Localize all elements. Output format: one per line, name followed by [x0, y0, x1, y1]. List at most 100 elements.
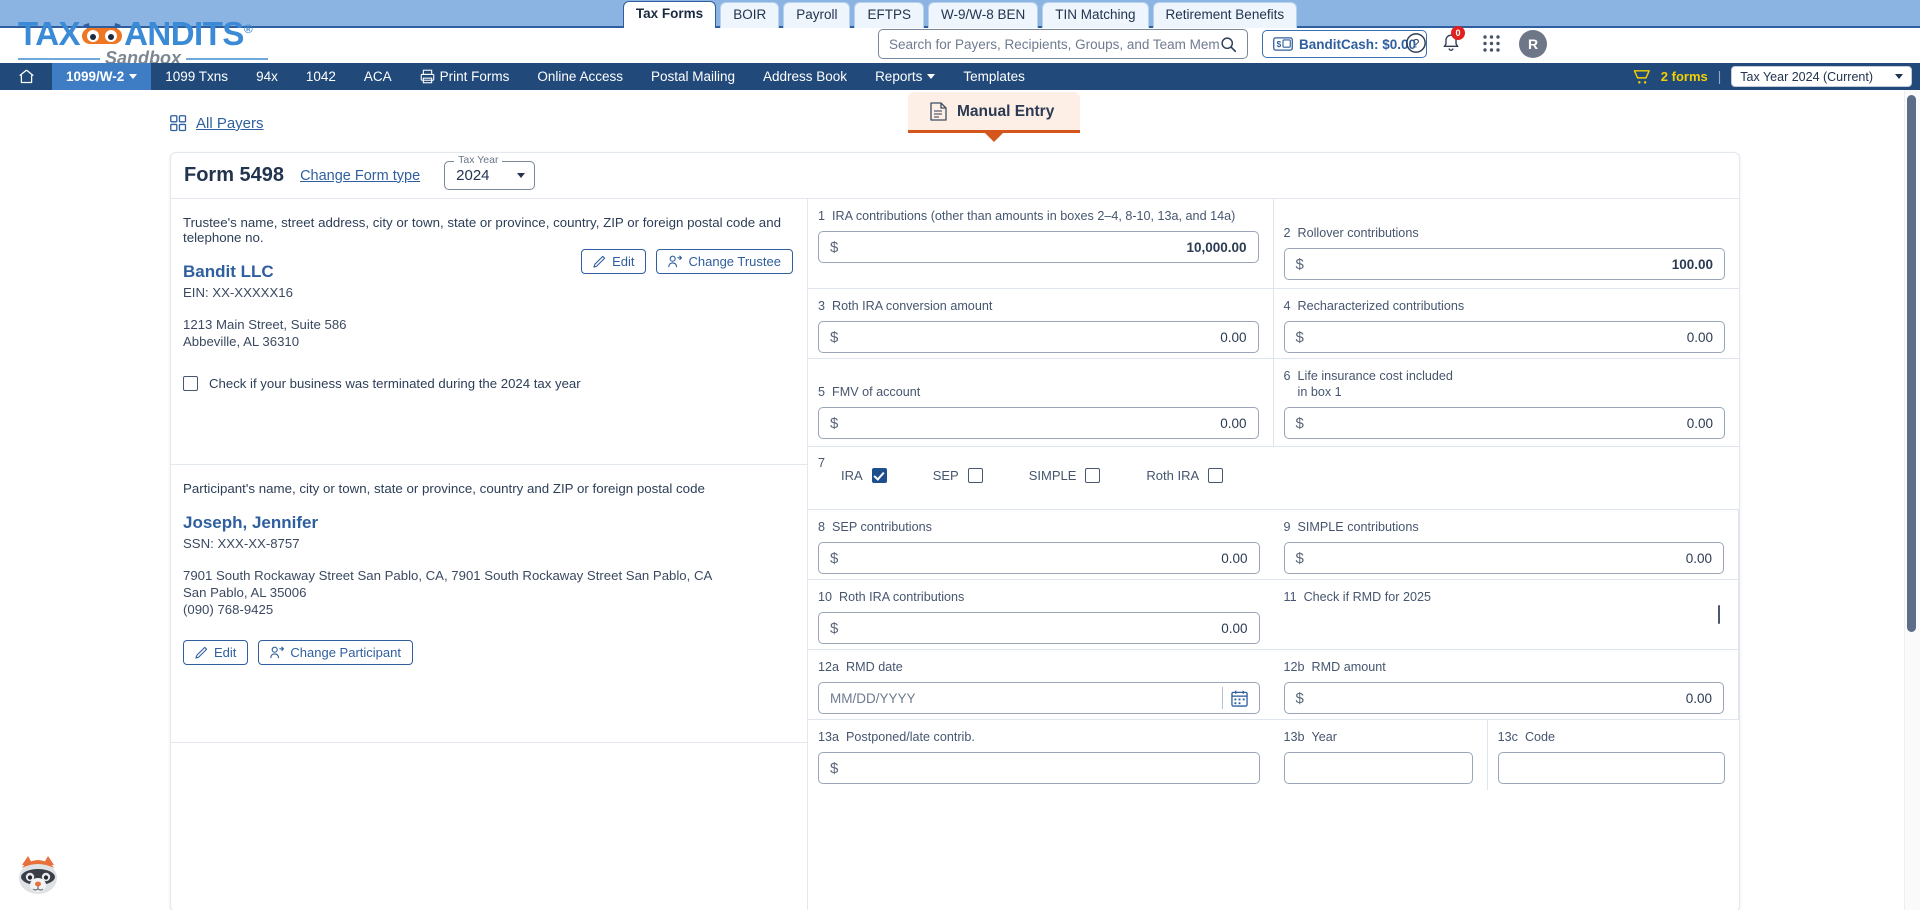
- form-tax-year-select[interactable]: Tax Year 2024: [444, 154, 536, 190]
- box-13a-field[interactable]: $: [818, 752, 1260, 784]
- page-scrollbar-thumb[interactable]: [1907, 95, 1916, 632]
- logo[interactable]: TAX ANDITS® Sandbox: [18, 12, 269, 68]
- box-9-number: 9: [1283, 520, 1291, 534]
- box-13b-field[interactable]: [1283, 752, 1473, 784]
- nav-item-reports[interactable]: Reports: [861, 63, 949, 90]
- nav-item-label: 1099/W-2: [66, 69, 125, 84]
- change-trustee-button[interactable]: Change Trustee: [656, 249, 793, 274]
- search-icon[interactable]: [1220, 36, 1237, 53]
- box-6-field[interactable]: $: [1283, 407, 1725, 439]
- box-2-input[interactable]: [1303, 256, 1713, 272]
- help-circle-icon[interactable]: ?: [1405, 32, 1427, 54]
- box-6-input[interactable]: [1303, 415, 1713, 431]
- notifications-bell-icon[interactable]: 0: [1440, 26, 1465, 54]
- box-7-option-ira-checkbox[interactable]: [871, 468, 887, 483]
- nav-item-1042[interactable]: 1042: [292, 63, 350, 90]
- box-7-option-roth-ira-checkbox[interactable]: [1208, 468, 1224, 483]
- box-7-option-ira[interactable]: IRA: [841, 468, 887, 483]
- nav-item-postal-mailing[interactable]: Postal Mailing: [637, 63, 749, 90]
- box-5-field[interactable]: $: [818, 407, 1259, 439]
- box-7-option-sep[interactable]: SEP: [933, 468, 983, 483]
- box-13a-input[interactable]: [838, 760, 1248, 776]
- product-tab-boir[interactable]: BOIR: [720, 2, 780, 28]
- nav-item-1099-txns[interactable]: 1099 Txns: [151, 63, 242, 90]
- change-trustee-label: Change Trustee: [688, 254, 781, 269]
- box-12b-field[interactable]: $: [1283, 682, 1724, 714]
- box-9-label-row: 9 SIMPLE contributions: [1284, 519, 1725, 535]
- box-10-input[interactable]: [838, 620, 1248, 636]
- box-7-option-roth-ira[interactable]: Roth IRA: [1146, 468, 1224, 483]
- box-12b-input[interactable]: [1303, 690, 1712, 706]
- box-13b-input[interactable]: [1295, 760, 1473, 776]
- box-13b-number: 13b: [1283, 730, 1305, 744]
- nav-item-print-forms[interactable]: Print Forms: [406, 63, 524, 90]
- nav-home-icon[interactable]: [0, 63, 52, 90]
- box-9-input[interactable]: [1303, 550, 1712, 566]
- box-12a-date-input[interactable]: [830, 690, 1218, 706]
- box-5-input[interactable]: [838, 415, 1247, 431]
- box-13c-field[interactable]: [1497, 752, 1725, 784]
- product-tab-tax-forms[interactable]: Tax Forms: [622, 1, 717, 28]
- product-tab-eftps[interactable]: EFTPS: [854, 2, 924, 28]
- avatar[interactable]: R: [1519, 30, 1547, 58]
- cart-icon[interactable]: [1633, 69, 1651, 85]
- trustee-actions: Edit Change Trustee: [581, 249, 793, 274]
- change-form-type-link[interactable]: Change Form type: [300, 168, 420, 184]
- search-input[interactable]: [889, 36, 1220, 52]
- tax-year-select[interactable]: Tax Year 2024 (Current): [1731, 66, 1912, 87]
- navbar-right-cluster: 2 forms | Tax Year 2024 (Current): [1633, 63, 1912, 90]
- participant-name: Joseph, Jennifer: [183, 513, 319, 532]
- box-13c-input[interactable]: [1509, 760, 1713, 776]
- box-7-option-sep-checkbox[interactable]: [967, 468, 983, 483]
- breadcrumb-all-payers[interactable]: All Payers: [170, 115, 264, 132]
- cart-forms-count[interactable]: 2 forms: [1661, 69, 1708, 84]
- participant-actions: Edit Change Participant: [183, 640, 795, 665]
- box-11-rmd-checkbox[interactable]: [1718, 605, 1720, 624]
- box-7-option-simple-checkbox[interactable]: [1085, 468, 1101, 483]
- box-7-option-simple[interactable]: SIMPLE: [1029, 468, 1101, 483]
- box-3-input[interactable]: [838, 329, 1247, 345]
- nav-item-94x[interactable]: 94x: [242, 63, 292, 90]
- trustee-edit-button[interactable]: Edit: [581, 249, 647, 274]
- product-tab-w9-w8ben[interactable]: W-9/W-8 BEN: [927, 2, 1039, 28]
- box-11-checkbox-wrap: [1718, 605, 1720, 624]
- nav-item-aca[interactable]: ACA: [350, 63, 406, 90]
- box-9-field[interactable]: $: [1283, 542, 1724, 574]
- box-8: 8 SEP contributions $: [808, 510, 1274, 580]
- main-navbar: 1099/W-2 1099 Txns 94x 1042 ACA Print Fo…: [0, 63, 1920, 90]
- global-search[interactable]: [878, 29, 1248, 59]
- box-10-field[interactable]: $: [818, 612, 1260, 644]
- banditcash-button[interactable]: $ BanditCash: $0.00: [1262, 30, 1428, 58]
- box-11-label-row: 11 Check if RMD for 2025: [1284, 589, 1434, 605]
- box-8-input[interactable]: [838, 550, 1248, 566]
- box-1-field[interactable]: $: [818, 231, 1259, 263]
- entities-column: Trustee's name, street address, city or …: [171, 199, 808, 910]
- apps-grid-icon[interactable]: [1482, 34, 1502, 54]
- product-tab-payroll[interactable]: Payroll: [783, 2, 851, 28]
- calendar-icon[interactable]: [1230, 690, 1248, 707]
- box-4: 4 Recharacterized contributions $: [1273, 289, 1739, 359]
- box-8-field[interactable]: $: [818, 542, 1260, 574]
- participant-address-line2: San Pablo, AL 35006: [183, 585, 307, 600]
- box-4-input[interactable]: [1303, 329, 1713, 345]
- product-tab-tin-matching[interactable]: TIN Matching: [1042, 2, 1149, 28]
- box-3-field[interactable]: $: [818, 321, 1259, 353]
- business-terminated-checkbox[interactable]: [183, 376, 198, 391]
- bandit-raccoon-mascot[interactable]: [14, 852, 62, 900]
- change-participant-button[interactable]: Change Participant: [258, 640, 413, 665]
- box-12a-field[interactable]: [818, 682, 1260, 714]
- box-1-input[interactable]: [838, 239, 1247, 255]
- nav-item-1099-w2[interactable]: 1099/W-2: [52, 63, 152, 90]
- form-tax-year-value: 2024: [456, 167, 490, 184]
- nav-item-templates[interactable]: Templates: [949, 63, 1039, 90]
- nav-item-address-book[interactable]: Address Book: [749, 63, 861, 90]
- tab-manual-entry[interactable]: Manual Entry: [908, 92, 1081, 133]
- business-terminated-row[interactable]: Check if your business was terminated du…: [183, 376, 795, 391]
- product-tab-retirement-benefits[interactable]: Retirement Benefits: [1152, 2, 1298, 28]
- box-13c-number: 13c: [1497, 730, 1518, 744]
- box-4-label: Recharacterized contributions: [1297, 299, 1465, 313]
- participant-edit-button[interactable]: Edit: [183, 640, 249, 665]
- nav-item-online-access[interactable]: Online Access: [523, 63, 637, 90]
- box-2-field[interactable]: $: [1283, 248, 1725, 280]
- box-4-field[interactable]: $: [1283, 321, 1725, 353]
